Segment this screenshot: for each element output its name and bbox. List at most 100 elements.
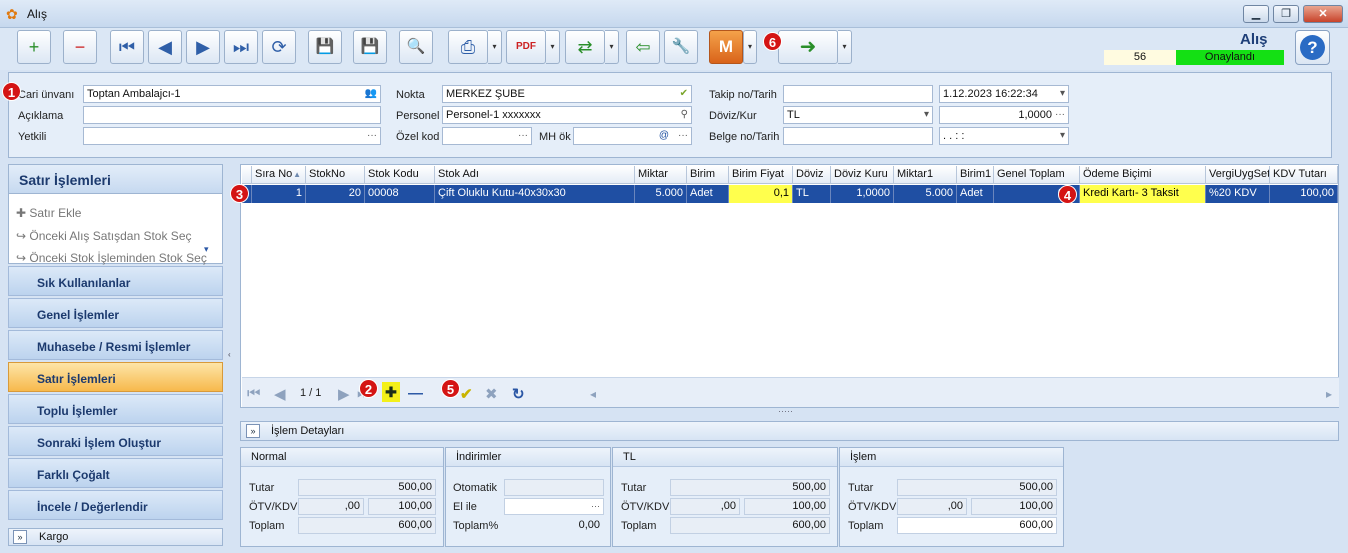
- doviz-select[interactable]: TL ▾: [783, 106, 933, 124]
- scroll-right-icon[interactable]: ▸: [1326, 387, 1332, 401]
- expand-icon[interactable]: »: [13, 530, 27, 544]
- nav-sik-kullanilanlar[interactable]: Sık Kullanılanlar: [8, 266, 223, 296]
- cari-unvani-field[interactable]: Toptan Ambalajcı-1 👥: [83, 85, 381, 103]
- ozel-kod-ellipsis-button[interactable]: ···: [518, 128, 528, 144]
- col-stok-adi[interactable]: Stok Adı: [435, 166, 635, 184]
- cell-doviz[interactable]: TL: [793, 185, 831, 203]
- kur-ellipsis-button[interactable]: ···: [1055, 107, 1065, 123]
- nav-sonraki-islem[interactable]: Sonraki İşlem Oluştur: [8, 426, 223, 456]
- col-birim[interactable]: Birim: [687, 166, 729, 184]
- transfer-dropdown[interactable]: ▾: [605, 30, 619, 64]
- task-onceki-stok[interactable]: ↪ Önceki Stok İşleminden Stok Seç: [16, 251, 207, 265]
- task-satir-ekle[interactable]: ✚ Satır Ekle: [16, 206, 81, 220]
- col-kdv-tutari[interactable]: KDV Tutarı: [1270, 166, 1338, 184]
- nav-toplu-islemler[interactable]: Toplu İşlemler: [8, 394, 223, 424]
- refresh-icon[interactable]: ↻: [512, 385, 525, 403]
- exit-dropdown[interactable]: ▾: [838, 30, 852, 64]
- col-stok-no[interactable]: StokNo: [306, 166, 365, 184]
- chevron-down-icon[interactable]: ▾: [924, 107, 929, 123]
- exit-button[interactable]: ➜: [778, 30, 838, 64]
- delete-record-button[interactable]: −: [63, 30, 97, 64]
- cell-kdv-tutari[interactable]: 100,00: [1270, 185, 1338, 203]
- last-record-button[interactable]: ⏭: [224, 30, 258, 64]
- aciklama-field[interactable]: [83, 106, 381, 124]
- resize-grip[interactable]: ·····: [778, 406, 793, 416]
- nav-muhasebe[interactable]: Muhasebe / Resmi İşlemler: [8, 330, 223, 360]
- task-scroll-down-icon[interactable]: ▾: [204, 244, 209, 255]
- save-button[interactable]: 💾: [308, 30, 342, 64]
- people-icon[interactable]: 👥: [365, 86, 377, 102]
- nokta-field[interactable]: MERKEZ ŞUBE ✔: [442, 85, 692, 103]
- mh-ok-field[interactable]: @ ···: [573, 127, 692, 145]
- cell-birim1[interactable]: Adet: [957, 185, 994, 203]
- first-record-button[interactable]: ⏮: [110, 30, 144, 64]
- cell-odeme-bicimi[interactable]: Kredi Kartı- 3 Taksit: [1080, 185, 1206, 203]
- personel-field[interactable]: Personel-1 xxxxxxx ⚲: [442, 106, 692, 124]
- details-bar[interactable]: » İşlem Detayları: [240, 421, 1339, 441]
- help-button[interactable]: ?: [1295, 30, 1330, 65]
- col-birim1[interactable]: Birim1: [957, 166, 994, 184]
- cell-birim[interactable]: Adet: [687, 185, 729, 203]
- preview-button[interactable]: 🔍: [399, 30, 433, 64]
- col-miktar1[interactable]: Miktar1: [894, 166, 957, 184]
- kargo-bar[interactable]: » Kargo: [8, 528, 223, 546]
- m-menu-button[interactable]: M: [709, 30, 743, 64]
- import-button[interactable]: ⇦: [626, 30, 660, 64]
- belge-date-field[interactable]: . . : : ▾: [939, 127, 1069, 145]
- cell-vergi-uyg-set[interactable]: %20 KDV: [1206, 185, 1270, 203]
- prev-record-button[interactable]: ◀: [148, 30, 182, 64]
- expand-icon[interactable]: »: [246, 424, 260, 438]
- refresh-button[interactable]: ⟳: [262, 30, 296, 64]
- takip-date-field[interactable]: 1.12.2023 16:22:34 ▾: [939, 85, 1069, 103]
- pdf-export-button[interactable]: PDF: [506, 30, 546, 64]
- col-birim-fiyat[interactable]: Birim Fiyat: [729, 166, 793, 184]
- el-ile-ellipsis-button[interactable]: ···: [591, 501, 600, 511]
- cell-stok-kodu[interactable]: 00008: [365, 185, 435, 203]
- add-row-icon[interactable]: ✚: [382, 382, 400, 402]
- cell-sira-no[interactable]: 1: [252, 185, 306, 203]
- chevron-down-icon[interactable]: ▾: [1060, 86, 1065, 102]
- yetkili-ellipsis-button[interactable]: ···: [367, 128, 377, 144]
- remove-row-icon[interactable]: —: [408, 385, 423, 402]
- nav-incele[interactable]: İncele / Değerlendir: [8, 490, 223, 520]
- nav-farkli-cogalt[interactable]: Farklı Çoğalt: [8, 458, 223, 488]
- cell-miktar[interactable]: 5.000: [635, 185, 687, 203]
- nav-genel-islemler[interactable]: Genel İşlemler: [8, 298, 223, 328]
- tools-button[interactable]: 🔧: [664, 30, 698, 64]
- col-doviz-kuru[interactable]: Döviz Kuru: [831, 166, 894, 184]
- belge-no-field[interactable]: [783, 127, 933, 145]
- m-menu-dropdown[interactable]: ▾: [743, 30, 757, 64]
- scroll-left-icon[interactable]: ◂: [590, 387, 596, 401]
- cell-stok-adi[interactable]: Çift Oluklu Kutu-40x30x30: [435, 185, 635, 203]
- yetkili-field[interactable]: ···: [83, 127, 381, 145]
- mh-ok-ellipsis-button[interactable]: ···: [678, 128, 688, 144]
- first-page-icon[interactable]: ⏮: [247, 385, 261, 402]
- print-button[interactable]: ⎙: [448, 30, 488, 64]
- close-button[interactable]: ✕: [1303, 5, 1343, 23]
- restore-button[interactable]: ❐: [1273, 5, 1299, 23]
- kur-field[interactable]: 1,0000 ···: [939, 106, 1069, 124]
- confirm-icon[interactable]: ✔: [460, 385, 473, 403]
- col-doviz[interactable]: Döviz: [793, 166, 831, 184]
- check-icon[interactable]: ✔: [680, 86, 688, 102]
- col-sira-no[interactable]: Sıra No ▲: [252, 166, 306, 184]
- pdf-dropdown[interactable]: ▾: [546, 30, 560, 64]
- cell-miktar1[interactable]: 5.000: [894, 185, 957, 203]
- col-genel-toplam[interactable]: Genel Toplam: [994, 166, 1080, 184]
- el-ile-field[interactable]: ···: [504, 498, 604, 515]
- col-stok-kodu[interactable]: Stok Kodu: [365, 166, 435, 184]
- cell-birim-fiyat[interactable]: 0,1: [729, 185, 793, 203]
- chevron-down-icon[interactable]: ▾: [1060, 128, 1065, 144]
- ozel-kod-field[interactable]: ···: [442, 127, 532, 145]
- print-dropdown[interactable]: ▾: [488, 30, 502, 64]
- panel-collapse-handle[interactable]: ‹: [228, 350, 231, 359]
- col-odeme-bicimi[interactable]: Ödeme Biçimi: [1080, 166, 1206, 184]
- col-vergi-uyg-set[interactable]: VergiUygSet: [1206, 166, 1270, 184]
- nav-satir-islemleri[interactable]: Satır İşlemleri: [8, 362, 223, 392]
- cell-stok-no[interactable]: 20: [306, 185, 365, 203]
- cancel-edit-icon[interactable]: ✖: [485, 385, 498, 403]
- save-close-button[interactable]: 💾: [353, 30, 387, 64]
- prev-page-icon[interactable]: ◀: [274, 385, 286, 403]
- col-miktar[interactable]: Miktar: [635, 166, 687, 184]
- takip-no-field[interactable]: [783, 85, 933, 103]
